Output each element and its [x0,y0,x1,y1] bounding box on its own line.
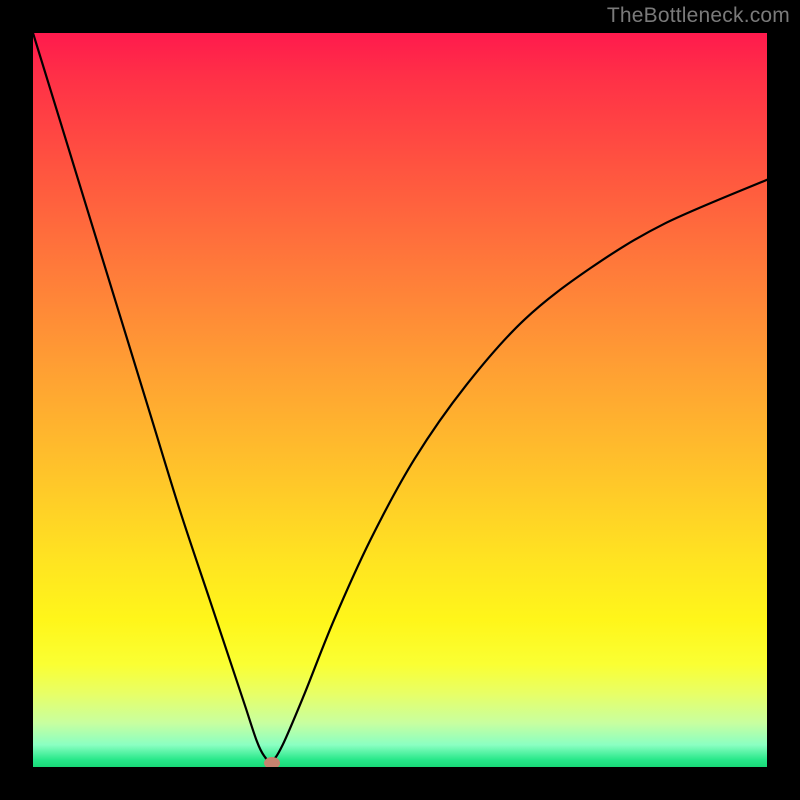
watermark-text: TheBottleneck.com [607,4,790,28]
plot-area [33,33,767,767]
minimum-marker [264,757,280,767]
chart-stage: TheBottleneck.com [0,0,800,800]
bottleneck-curve [33,33,767,762]
curve-svg [33,33,767,767]
